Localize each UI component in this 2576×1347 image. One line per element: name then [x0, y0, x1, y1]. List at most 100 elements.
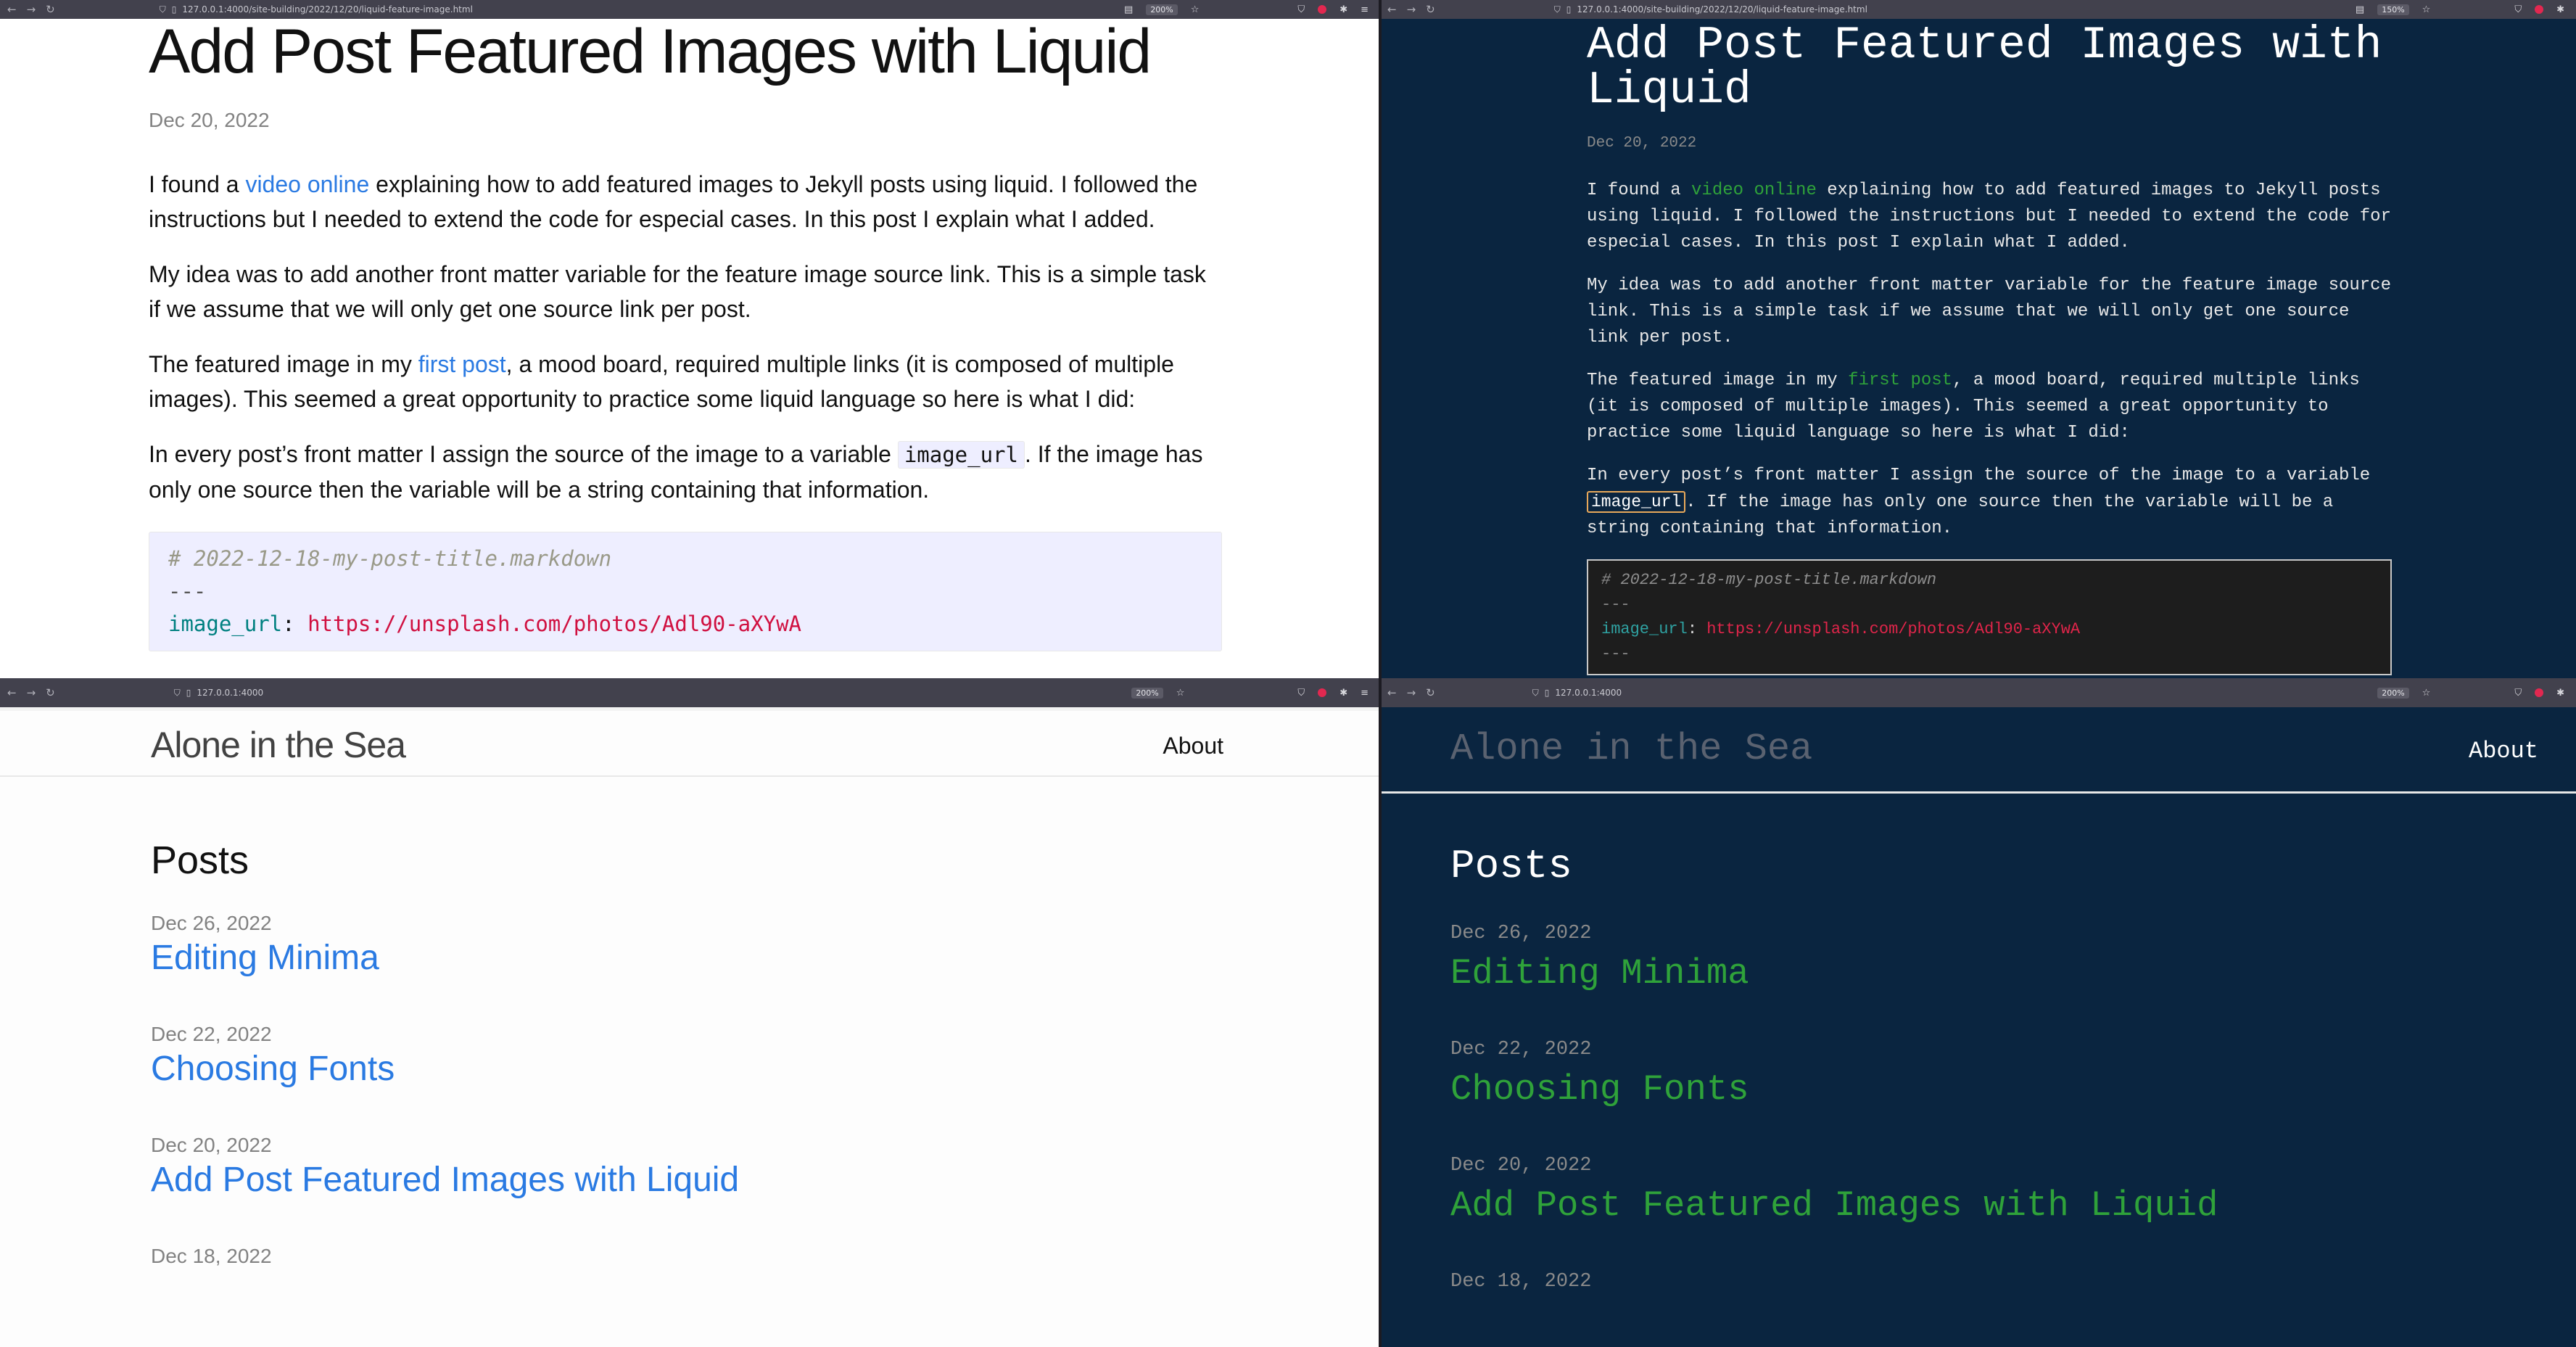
pocket-icon[interactable]: ⛉	[2514, 4, 2522, 15]
settings-icon[interactable]: ✱	[1339, 4, 1347, 15]
url-bar[interactable]: ⛉ ▯ 127.0.0.1:4000/site-building/2022/12…	[1554, 4, 1867, 15]
paragraph-4: In every post’s front matter I assign th…	[149, 437, 1222, 507]
page-icon: ▯	[1566, 4, 1572, 15]
post-article: Add Post Featured Images with Liquid Dec…	[1587, 19, 2392, 675]
zoom-badge[interactable]: 150%	[2377, 4, 2409, 15]
zoom-badge[interactable]: 200%	[2377, 687, 2409, 699]
paragraph-2: My idea was to add another front matter …	[149, 261, 1206, 323]
reload-icon[interactable]: ↻	[1426, 686, 1435, 699]
post-link[interactable]: Add Post Featured Images with Liquid	[151, 1160, 739, 1200]
post-link[interactable]: Editing Minima	[151, 938, 739, 978]
extension-icon[interactable]	[2535, 688, 2544, 697]
code-value: https://unsplash.com/photos/Adl90-aXYwA	[307, 611, 801, 637]
reload-icon[interactable]: ↻	[46, 686, 55, 699]
post-date: Dec 20, 2022	[151, 1134, 272, 1156]
bookmark-star-icon[interactable]: ☆	[2422, 688, 2431, 699]
pocket-icon[interactable]: ⛉	[2514, 688, 2522, 699]
post-date: Dec 18, 2022	[151, 1245, 272, 1267]
back-arrow-icon[interactable]: ←	[7, 686, 17, 699]
post-title: Add Post Featured Images with Liquid	[1587, 20, 2382, 116]
site-title[interactable]: Alone in the Sea	[1450, 728, 1812, 770]
reader-icon[interactable]: ▤	[2356, 4, 2364, 15]
reload-icon[interactable]: ↻	[46, 3, 55, 16]
back-arrow-icon[interactable]: ←	[1387, 686, 1397, 699]
browser-toolbar: ← → ↻ ⛉ ▯ 127.0.0.1:4000 200% ☆ ⛉ ✱ ≡	[0, 678, 1380, 707]
nav-about-link[interactable]: About	[2469, 738, 2538, 765]
post-link[interactable]: Choosing Fonts	[151, 1049, 739, 1089]
post-date: Dec 20, 2022	[1587, 135, 1697, 152]
post-date: Dec 22, 2022	[151, 1023, 272, 1045]
browser-toolbar: ← → ↻ ⛉ ▯ 127.0.0.1:4000/site-building/2…	[1380, 0, 2576, 19]
post-list-item: Dec 22, 2022 Choosing Fonts	[1450, 1039, 2218, 1110]
home-main: Posts Dec 26, 2022 Editing Minima Dec 22…	[151, 838, 739, 1268]
post-link[interactable]: Add Post Featured Images with Liquid	[1450, 1185, 2218, 1226]
menu-icon[interactable]: ≡	[1361, 688, 1368, 699]
shield-icon: ⛉	[159, 4, 166, 15]
light-post-pane: ← → ↻ ⛉ ▯ 127.0.0.1:4000/site-building/2…	[0, 0, 1380, 678]
dark-home-pane: ← → ↻ ⛉ ▯ 127.0.0.1:4000 200% ☆ ⛉ ✱ Alon…	[1380, 678, 2576, 1347]
settings-icon[interactable]: ✱	[2556, 4, 2564, 15]
settings-icon[interactable]: ✱	[1339, 688, 1347, 699]
url-bar[interactable]: ⛉ ▯ 127.0.0.1:4000/site-building/2022/12…	[160, 4, 473, 15]
pocket-icon[interactable]: ⛉	[1297, 688, 1305, 699]
bookmark-star-icon[interactable]: ☆	[1191, 4, 1200, 15]
dark-post-pane: ← → ↻ ⛉ ▯ 127.0.0.1:4000/site-building/2…	[1380, 0, 2576, 678]
extension-icon[interactable]	[1318, 688, 1327, 697]
text: . If the image has only one source then …	[1587, 493, 2334, 538]
bookmark-star-icon[interactable]: ☆	[2422, 4, 2431, 15]
paragraph-3: The featured image in my first post, a m…	[1587, 368, 2392, 446]
post-link[interactable]: Choosing Fonts	[1450, 1069, 2218, 1110]
post-article: Add Post Featured Images with Liquid Dec…	[149, 17, 1222, 652]
forward-arrow-icon[interactable]: →	[1407, 3, 1416, 16]
url-text: 127.0.0.1:4000/site-building/2022/12/20/…	[182, 4, 473, 15]
code-colon: :	[1687, 620, 1707, 638]
pane-divider	[1379, 0, 1382, 1347]
page-icon: ▯	[1544, 688, 1550, 698]
forward-arrow-icon[interactable]: →	[27, 686, 36, 699]
post-date: Dec 18, 2022	[1450, 1271, 1592, 1293]
zoom-badge[interactable]: 200%	[1146, 4, 1178, 15]
code-block: # 2022-12-18-my-post-title.markdown --- …	[149, 532, 1222, 652]
first-post-link[interactable]: first post	[418, 351, 506, 377]
reload-icon[interactable]: ↻	[1426, 3, 1435, 16]
zoom-badge[interactable]: 200%	[1131, 687, 1163, 699]
code-comment: # 2022-12-18-my-post-title.markdown	[1601, 571, 1937, 589]
pocket-icon[interactable]: ⛉	[1297, 4, 1305, 15]
forward-arrow-icon[interactable]: →	[1407, 686, 1416, 699]
post-list-item: Dec 18, 2022	[151, 1245, 739, 1268]
browser-toolbar: ← → ↻ ⛉ ▯ 127.0.0.1:4000 200% ☆ ⛉ ✱	[1380, 678, 2576, 707]
code-key: image_url	[168, 611, 283, 637]
menu-icon[interactable]: ≡	[1361, 4, 1368, 15]
nav-about-link[interactable]: About	[1163, 733, 1223, 759]
extension-icon[interactable]	[2535, 5, 2544, 14]
text: In every post’s front matter I assign th…	[1587, 466, 2371, 485]
page-icon: ▯	[171, 4, 177, 15]
code-colon: :	[282, 611, 308, 637]
post-link[interactable]: Editing Minima	[1450, 953, 2218, 994]
url-bar[interactable]: ⛉ ▯ 127.0.0.1:4000	[1532, 688, 1622, 699]
post-date: Dec 22, 2022	[1450, 1039, 1592, 1060]
paragraph-3: The featured image in my first post, a m…	[149, 347, 1222, 416]
back-arrow-icon[interactable]: ←	[7, 3, 17, 16]
video-online-link[interactable]: video online	[1691, 181, 1817, 200]
paragraph-1: I found a video online explaining how to…	[1587, 178, 2392, 256]
page-icon: ▯	[186, 688, 191, 698]
site-title[interactable]: Alone in the Sea	[151, 724, 406, 766]
post-title: Add Post Featured Images with Liquid	[149, 17, 1152, 86]
text: The featured image in my	[149, 351, 418, 378]
posts-heading: Posts	[1450, 843, 1573, 889]
code-line: image_url: https://unsplash.com/photos/A…	[1601, 617, 2377, 642]
forward-arrow-icon[interactable]: →	[27, 3, 36, 16]
back-arrow-icon[interactable]: ←	[1387, 3, 1397, 16]
code-dash: ---	[1601, 596, 1630, 614]
video-online-link[interactable]: video online	[245, 171, 369, 197]
first-post-link[interactable]: first post	[1848, 371, 1952, 390]
url-bar[interactable]: ⛉ ▯ 127.0.0.1:4000	[174, 688, 263, 699]
reader-icon[interactable]: ▤	[1124, 4, 1133, 15]
code-block: # 2022-12-18-my-post-title.markdown --- …	[1587, 559, 2392, 675]
inline-code: image_url	[1587, 491, 1686, 513]
bookmark-star-icon[interactable]: ☆	[1176, 688, 1185, 699]
extension-icon[interactable]	[1318, 5, 1327, 14]
post-list-item: Dec 26, 2022 Editing Minima	[1450, 923, 2218, 994]
settings-icon[interactable]: ✱	[2556, 688, 2564, 699]
